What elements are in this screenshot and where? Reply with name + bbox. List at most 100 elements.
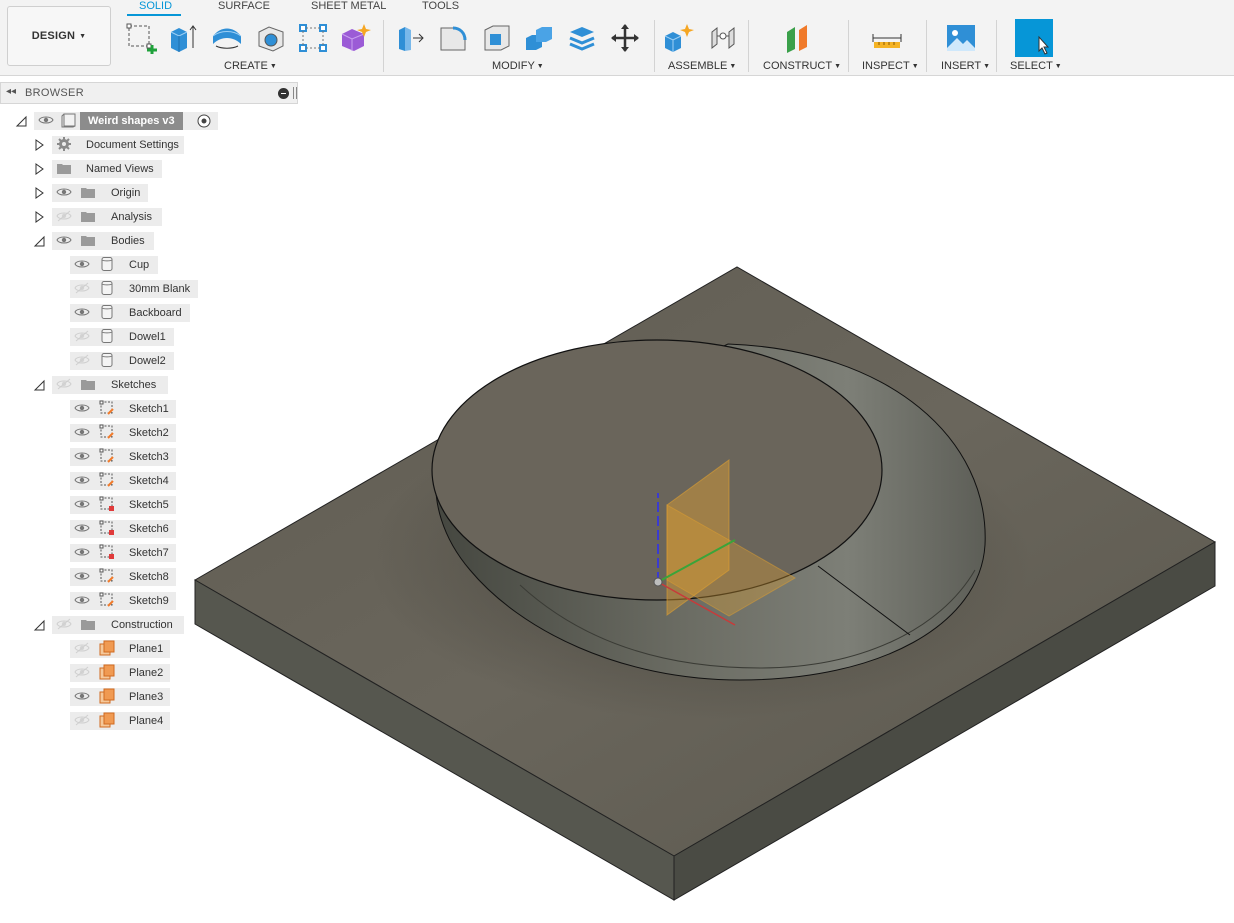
tree-item-body[interactable]: 30mm Blank [0,279,298,299]
tree-item-sketch[interactable]: Sketch7 [0,543,298,563]
combine-icon[interactable] [522,20,556,56]
expand-triangle-down-icon[interactable] [15,115,27,127]
visibility-hidden-icon[interactable] [56,378,72,390]
tree-item-sketch[interactable]: Sketch4 [0,471,298,491]
visibility-hidden-icon[interactable] [56,210,72,222]
visibility-eye-icon[interactable] [74,522,90,534]
tree-item-body[interactable]: Cup [0,255,298,275]
tree-item-named-views[interactable]: Named Views [0,159,298,179]
revolve-icon[interactable] [210,20,244,56]
caret-down-icon: ▼ [536,63,544,70]
tree-item-sketch[interactable]: Sketch3 [0,447,298,467]
measure-icon[interactable] [870,20,904,56]
visibility-eye-icon[interactable] [74,594,90,606]
inspect-menu[interactable]: INSPECT ▼ [862,60,919,72]
select-icon[interactable] [1015,19,1053,57]
visibility-eye-icon[interactable] [38,114,54,126]
caret-down-icon: ▼ [911,63,919,70]
move-icon[interactable] [608,20,642,56]
folder-icon [80,208,96,224]
separator [748,20,749,72]
visibility-eye-icon[interactable] [56,234,72,246]
expand-triangle-down-icon[interactable] [33,379,45,391]
tree-item-body[interactable]: Backboard [0,303,298,323]
tab-solid[interactable]: SOLID [139,0,172,14]
expand-triangle-right-icon[interactable] [33,163,45,175]
tree-item-plane[interactable]: Plane2 [0,663,298,683]
insert-image-icon[interactable] [944,20,978,56]
tree-item-sketch[interactable]: Sketch6 [0,519,298,539]
tree-item-sketches[interactable]: Sketches [0,375,298,395]
create-menu[interactable]: CREATE ▼ [224,60,277,72]
construct-menu[interactable]: CONSTRUCT ▼ [763,60,841,72]
pin-panel-icon[interactable] [293,87,297,99]
hole-icon[interactable] [254,20,288,56]
visibility-hidden-icon[interactable] [74,282,90,294]
tree-item-document-settings[interactable]: Document Settings [0,135,298,155]
tree-item-body[interactable]: Dowel1 [0,327,298,347]
modify-menu[interactable]: MODIFY ▼ [492,60,544,72]
visibility-eye-icon[interactable] [74,402,90,414]
tab-sheet-metal[interactable]: SHEET METAL [311,0,386,14]
visibility-eye-icon[interactable] [74,426,90,438]
workspace-switcher-button[interactable]: DESIGN ▼ [7,6,111,66]
tree-item-sketch[interactable]: Sketch8 [0,567,298,587]
tree-item-construction[interactable]: Construction [0,615,298,635]
assemble-menu[interactable]: ASSEMBLE ▼ [668,60,736,72]
tree-item-plane[interactable]: Plane1 [0,639,298,659]
collapse-panel-icon[interactable]: ◂◂ [6,86,16,97]
tree-item-sketch[interactable]: Sketch1 [0,399,298,419]
tree-item-plane[interactable]: Plane3 [0,687,298,707]
visibility-hidden-icon[interactable] [74,642,90,654]
tree-item-sketch[interactable]: Sketch5 [0,495,298,515]
activate-radio-icon[interactable] [197,114,213,130]
joint-icon[interactable] [706,20,740,56]
visibility-eye-icon[interactable] [74,306,90,318]
offset-plane-icon[interactable] [782,20,816,56]
tree-item-sketch[interactable]: Sketch2 [0,423,298,443]
expand-triangle-right-icon[interactable] [33,139,45,151]
tree-item-body-label: Dowel2 [129,355,166,367]
visibility-hidden-icon[interactable] [74,714,90,726]
tree-item-bodies[interactable]: Bodies [0,231,298,251]
create-form-icon[interactable] [338,20,372,56]
visibility-eye-icon[interactable] [74,546,90,558]
visibility-eye-icon[interactable] [74,690,90,702]
tab-surface[interactable]: SURFACE [218,0,270,14]
tree-item-sketch-label: Sketch7 [129,547,169,559]
new-component-icon[interactable] [662,20,696,56]
fillet-icon[interactable] [436,20,470,56]
offset-face-icon[interactable] [565,20,599,56]
visibility-eye-icon[interactable] [74,258,90,270]
visibility-eye-icon[interactable] [74,498,90,510]
visibility-hidden-icon[interactable] [74,666,90,678]
tree-item-plane[interactable]: Plane4 [0,711,298,731]
browser-root-component[interactable]: Weird shapes v3 [0,111,298,131]
visibility-eye-icon[interactable] [74,474,90,486]
visibility-eye-icon[interactable] [74,450,90,462]
visibility-eye-icon[interactable] [74,570,90,582]
press-pull-icon[interactable] [394,20,428,56]
visibility-hidden-icon[interactable] [74,354,90,366]
tree-item-analysis[interactable]: Analysis [0,207,298,227]
tree-item-origin[interactable]: Origin [0,183,298,203]
insert-menu[interactable]: INSERT ▼ [941,60,990,72]
separator [848,20,849,72]
tree-item-body[interactable]: Dowel2 [0,351,298,371]
shell-icon[interactable] [480,20,514,56]
expand-triangle-down-icon[interactable] [33,235,45,247]
caret-down-icon: ▼ [834,63,841,70]
tree-item-sketch[interactable]: Sketch9 [0,591,298,611]
pattern-icon[interactable] [296,20,330,56]
extrude-icon[interactable] [166,20,200,56]
minimize-panel-icon[interactable] [278,88,289,99]
visibility-hidden-icon[interactable] [56,618,72,630]
select-menu[interactable]: SELECT ▼ [1010,60,1062,72]
expand-triangle-right-icon[interactable] [33,211,45,223]
visibility-eye-icon[interactable] [56,186,72,198]
expand-triangle-right-icon[interactable] [33,187,45,199]
expand-triangle-down-icon[interactable] [33,619,45,631]
create-sketch-icon[interactable] [124,20,158,56]
tab-tools[interactable]: TOOLS [422,0,459,14]
visibility-hidden-icon[interactable] [74,330,90,342]
